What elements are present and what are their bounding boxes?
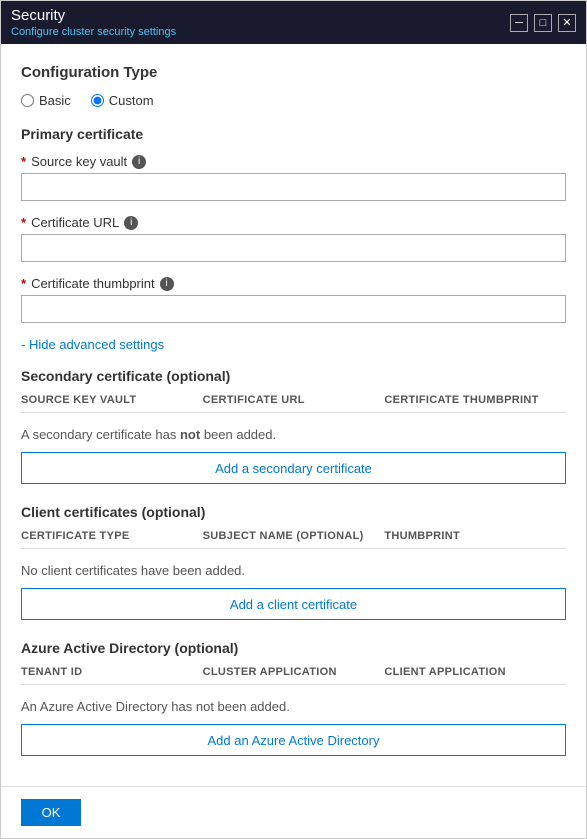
window-title: Security: [11, 7, 176, 24]
aad-empty-message: An Azure Active Directory has not been a…: [21, 691, 566, 724]
add-secondary-cert-button[interactable]: Add a secondary certificate: [21, 452, 566, 484]
window-subtitle: Configure cluster security settings: [11, 26, 176, 38]
certificate-thumbprint-input[interactable]: [21, 295, 566, 323]
client-cert-section: Client certificates (optional) CERTIFICA…: [21, 504, 566, 620]
secondary-cert-header: SOURCE KEY VAULT CERTIFICATE URL CERTIFI…: [21, 394, 566, 413]
source-key-vault-input[interactable]: [21, 173, 566, 201]
certificate-thumbprint-label: * Certificate thumbprint i: [21, 276, 566, 291]
basic-radio-label: Basic: [39, 93, 71, 108]
main-window: Security Configure cluster security sett…: [0, 0, 587, 839]
certificate-thumbprint-info-icon[interactable]: i: [160, 277, 174, 291]
secondary-cert-title: Secondary certificate (optional): [21, 368, 566, 384]
certificate-url-input[interactable]: [21, 234, 566, 262]
title-bar-controls: ─ □ ✕: [510, 14, 576, 32]
client-cert-empty-message: No client certificates have been added.: [21, 555, 566, 588]
client-col-2: SUBJECT NAME (OPTIONAL): [203, 530, 385, 542]
config-type-title: Configuration Type: [21, 64, 566, 81]
aad-col-1: TENANT ID: [21, 666, 203, 678]
source-key-vault-info-icon[interactable]: i: [132, 155, 146, 169]
client-col-1: CERTIFICATE TYPE: [21, 530, 203, 542]
secondary-col-3: CERTIFICATE THUMBPRINT: [384, 394, 566, 406]
certificate-url-required: *: [21, 215, 26, 230]
minimize-button[interactable]: ─: [510, 14, 528, 32]
aad-header: TENANT ID CLUSTER APPLICATION CLIENT APP…: [21, 666, 566, 685]
custom-radio-label: Custom: [109, 93, 154, 108]
source-key-vault-field: * Source key vault i: [21, 154, 566, 201]
ok-button[interactable]: OK: [21, 799, 81, 826]
certificate-url-text: Certificate URL: [31, 215, 119, 230]
title-bar: Security Configure cluster security sett…: [1, 1, 586, 44]
add-aad-button[interactable]: Add an Azure Active Directory: [21, 724, 566, 756]
title-bar-left: Security Configure cluster security sett…: [11, 7, 176, 38]
hide-advanced-settings-toggle[interactable]: - Hide advanced settings: [21, 337, 164, 352]
source-key-vault-label: * Source key vault i: [21, 154, 566, 169]
client-cert-title: Client certificates (optional): [21, 504, 566, 520]
primary-cert-title: Primary certificate: [21, 126, 566, 142]
secondary-col-1: SOURCE KEY VAULT: [21, 394, 203, 406]
aad-title: Azure Active Directory (optional): [21, 640, 566, 656]
custom-radio[interactable]: [91, 94, 104, 107]
certificate-url-label: * Certificate URL i: [21, 215, 566, 230]
secondary-col-2: CERTIFICATE URL: [203, 394, 385, 406]
maximize-button[interactable]: □: [534, 14, 552, 32]
certificate-url-field: * Certificate URL i: [21, 215, 566, 262]
secondary-cert-section: Secondary certificate (optional) SOURCE …: [21, 368, 566, 484]
certificate-thumbprint-required: *: [21, 276, 26, 291]
close-button[interactable]: ✕: [558, 14, 576, 32]
add-client-cert-button[interactable]: Add a client certificate: [21, 588, 566, 620]
certificate-url-info-icon[interactable]: i: [124, 216, 138, 230]
aad-col-2: CLUSTER APPLICATION: [203, 666, 385, 678]
source-key-vault-required: *: [21, 154, 26, 169]
secondary-cert-empty-message: A secondary certificate has not been add…: [21, 419, 566, 452]
basic-radio[interactable]: [21, 94, 34, 107]
aad-section: Azure Active Directory (optional) TENANT…: [21, 640, 566, 756]
footer: OK: [1, 786, 586, 838]
source-key-vault-text: Source key vault: [31, 154, 127, 169]
aad-col-3: CLIENT APPLICATION: [384, 666, 566, 678]
config-type-row: Basic Custom: [21, 93, 566, 108]
custom-radio-option[interactable]: Custom: [91, 93, 154, 108]
client-cert-header: CERTIFICATE TYPE SUBJECT NAME (OPTIONAL)…: [21, 530, 566, 549]
content-area: Configuration Type Basic Custom Primary …: [1, 44, 586, 786]
certificate-thumbprint-text: Certificate thumbprint: [31, 276, 155, 291]
basic-radio-option[interactable]: Basic: [21, 93, 71, 108]
client-col-3: THUMBPRINT: [384, 530, 566, 542]
certificate-thumbprint-field: * Certificate thumbprint i: [21, 276, 566, 323]
